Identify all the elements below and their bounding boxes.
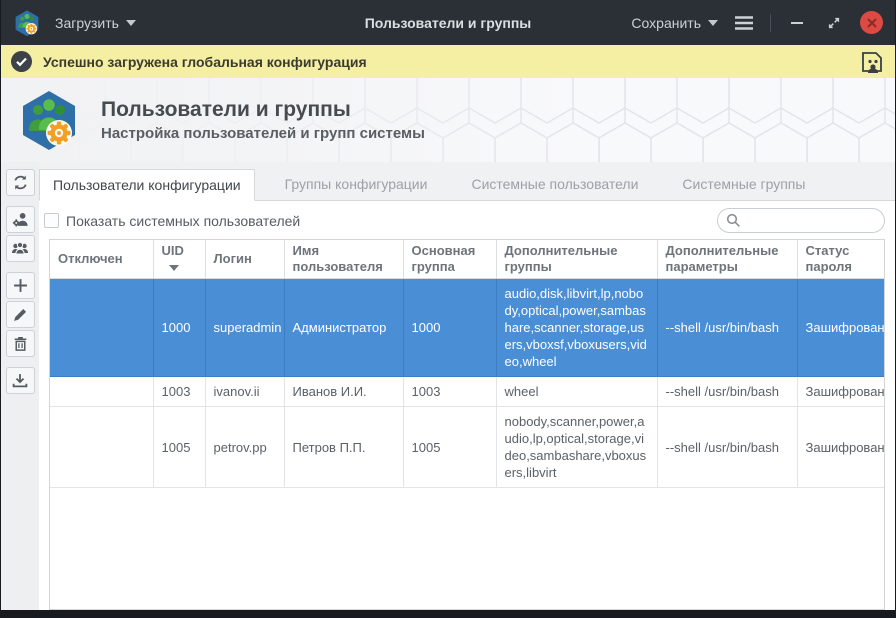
- app-logo-large: [17, 88, 81, 152]
- cell-password-status: Зашифрован: [797, 377, 884, 407]
- cell-login: superadmin: [205, 279, 284, 377]
- trash-icon: [13, 336, 28, 352]
- app-window: Загрузить Пользователи и группы Сохранит…: [0, 0, 896, 618]
- hamburger-icon: [734, 15, 754, 31]
- table-row[interactable]: 1003 ivanov.ii Иванов И.И. 1003 wheel --…: [50, 377, 884, 407]
- plus-icon: [13, 278, 28, 293]
- show-system-users-checkbox[interactable]: [44, 213, 59, 228]
- column-header-login[interactable]: Логин: [205, 240, 284, 279]
- window-title: Пользователи и группы: [365, 15, 532, 31]
- cell-uid: 1000: [153, 279, 205, 377]
- table-row[interactable]: 1005 petrov.pp Петров П.П. 1005 nobody,s…: [50, 407, 884, 488]
- add-button[interactable]: [6, 272, 35, 299]
- column-header-extra-params[interactable]: Дополнительные параметры: [657, 240, 797, 279]
- edit-button[interactable]: [6, 301, 35, 328]
- search-icon: [726, 213, 741, 228]
- cell-login: ivanov.ii: [205, 377, 284, 407]
- titlebar-separator: [770, 14, 771, 32]
- group-icon: [11, 241, 29, 257]
- minimize-icon: [791, 21, 803, 25]
- close-icon: [867, 18, 877, 28]
- cell-disabled: [50, 377, 153, 407]
- cell-name: Администратор: [284, 279, 403, 377]
- column-header-password-status[interactable]: Статус пароля: [797, 240, 884, 279]
- users-table: Отключен UID Логин Имя пользователя Осно…: [49, 239, 885, 610]
- window-bottom-border: [1, 610, 895, 618]
- close-button[interactable]: [860, 11, 883, 34]
- cell-extra-params: --shell /usr/bin/bash: [657, 279, 797, 377]
- show-system-users-label[interactable]: Показать системных пользователей: [66, 213, 300, 229]
- cell-uid: 1005: [153, 407, 205, 488]
- cell-password-status: Зашифрован: [797, 279, 884, 377]
- cell-extra-groups: nobody,scanner,power,audio,lp,optical,st…: [496, 407, 657, 488]
- infobar-message: Успешно загружена глобальная конфигураци…: [43, 54, 367, 70]
- refresh-icon: [12, 174, 29, 191]
- filter-toolbar: Показать системных пользователей: [39, 201, 895, 239]
- cell-disabled: [50, 407, 153, 488]
- chevron-down-icon: [126, 20, 136, 26]
- download-icon: [12, 373, 28, 388]
- page-title: Пользователи и группы: [101, 98, 425, 122]
- banner: Пользователи и группы Настройка пользова…: [1, 78, 895, 162]
- cell-extra-params: --shell /usr/bin/bash: [657, 407, 797, 488]
- tab-config-users[interactable]: Пользователи конфигурации: [39, 169, 255, 201]
- tab-system-users[interactable]: Системные пользователи: [457, 168, 652, 200]
- titlebar: Загрузить Пользователи и группы Сохранит…: [1, 0, 895, 45]
- cell-disabled: [50, 279, 153, 377]
- load-menu-button[interactable]: Загрузить: [55, 15, 136, 31]
- page-subtitle: Настройка пользователей и групп системы: [101, 125, 425, 142]
- save-menu-button[interactable]: Сохранить: [631, 15, 718, 31]
- column-header-uid[interactable]: UID: [153, 240, 205, 279]
- cell-primary-group: 1003: [403, 377, 496, 407]
- refresh-button[interactable]: [6, 169, 35, 196]
- cell-name: Иванов И.И.: [284, 377, 403, 407]
- restore-button[interactable]: [823, 12, 845, 34]
- table-row[interactable]: 1000 superadmin Администратор 1000 audio…: [50, 279, 884, 377]
- toolbar-rail: [1, 162, 39, 610]
- search-input[interactable]: [717, 208, 885, 233]
- cell-extra-groups: audio,disk,libvirt,lp,nobody,optical,pow…: [496, 279, 657, 377]
- user-gear-icon: [12, 211, 29, 228]
- save-user-icon: [859, 49, 885, 75]
- delete-button[interactable]: [6, 330, 35, 357]
- cell-primary-group: 1000: [403, 279, 496, 377]
- cell-extra-groups: wheel: [496, 377, 657, 407]
- column-header-disabled[interactable]: Отключен: [50, 240, 153, 279]
- hamburger-menu-button[interactable]: [733, 12, 755, 34]
- success-check-icon: [11, 51, 32, 72]
- user-properties-button[interactable]: [6, 206, 35, 233]
- cell-login: petrov.pp: [205, 407, 284, 488]
- sort-desc-icon: [169, 265, 179, 271]
- minimize-button[interactable]: [786, 12, 808, 34]
- import-button[interactable]: [6, 367, 35, 394]
- cell-password-status: Зашифрован: [797, 407, 884, 488]
- group-properties-button[interactable]: [6, 235, 35, 262]
- tab-config-groups[interactable]: Группы конфигурации: [271, 168, 442, 200]
- cell-uid: 1003: [153, 377, 205, 407]
- column-header-name[interactable]: Имя пользователя: [284, 240, 403, 279]
- table-header-row: Отключен UID Логин Имя пользователя Осно…: [50, 240, 884, 279]
- tab-system-groups[interactable]: Системные группы: [668, 168, 819, 200]
- pencil-icon: [13, 307, 28, 322]
- column-header-primary-group[interactable]: Основная группа: [403, 240, 496, 279]
- save-users-button[interactable]: [859, 49, 885, 75]
- infobar: Успешно загружена глобальная конфигураци…: [1, 45, 895, 78]
- restore-icon: [827, 16, 841, 30]
- cell-extra-params: --shell /usr/bin/bash: [657, 377, 797, 407]
- app-logo-icon: [13, 9, 41, 37]
- column-header-extra-groups[interactable]: Дополнительные группы: [496, 240, 657, 279]
- tab-bar: Пользователи конфигурации Группы конфигу…: [39, 162, 895, 201]
- cell-primary-group: 1005: [403, 407, 496, 488]
- save-menu-label: Сохранить: [631, 15, 701, 31]
- chevron-down-icon: [708, 20, 718, 26]
- load-menu-label: Загрузить: [55, 15, 119, 31]
- cell-name: Петров П.П.: [284, 407, 403, 488]
